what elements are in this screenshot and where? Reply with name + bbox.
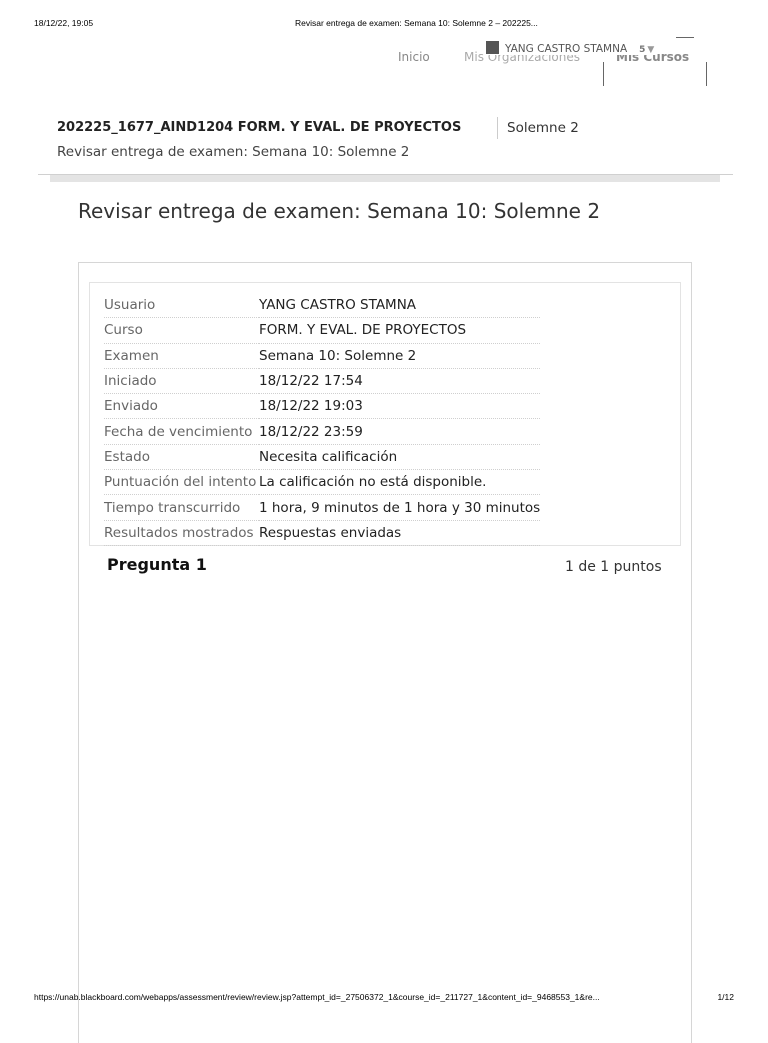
question-title: Pregunta 1 [107, 555, 207, 574]
attempt-info-box: Usuario YANG CASTRO STAMNA Curso FORM. Y E… [89, 282, 681, 546]
info-row: Puntuación del intento La calificación no… [104, 469, 541, 496]
info-row: Estado Necesita calificación [104, 444, 541, 471]
info-row: Enviado 18/12/22 19:03 [104, 393, 541, 420]
print-date: 18/12/22, 19:05 [34, 18, 94, 28]
info-row: Usuario YANG CASTRO STAMNA [104, 293, 541, 319]
info-row: Iniciado 18/12/22 17:54 [104, 368, 541, 395]
content-panel: Usuario YANG CASTRO STAMNA Curso FORM. Y E… [78, 262, 692, 1043]
info-value: 18/12/22 17:54 [259, 368, 541, 395]
course-title[interactable]: 202225_1677_AIND1204 FORM. Y EVAL. DE PR… [57, 120, 717, 135]
page-title: Revisar entrega de examen: Semana 10: So… [78, 199, 601, 223]
info-value: Necesita calificación [259, 444, 541, 471]
info-value: Respuestas enviadas [259, 520, 541, 546]
divider [676, 37, 694, 38]
info-label: Examen [104, 343, 259, 369]
attempt-info-table: Usuario YANG CASTRO STAMNA Curso FORM. Y E… [104, 293, 541, 546]
print-url: https://unab.blackboard.com/webapps/asse… [34, 992, 600, 1002]
info-label: Puntuación del intento [104, 469, 259, 496]
info-label: Fecha de vencimiento [104, 418, 259, 445]
divider [603, 62, 604, 86]
info-value: YANG CASTRO STAMNA [259, 293, 541, 319]
question-points: 1 de 1 puntos [565, 559, 662, 575]
info-label: Resultados mostrados [104, 520, 259, 546]
print-footer: https://unab.blackboard.com/webapps/asse… [0, 992, 768, 1006]
info-label: Tiempo transcurrido [104, 494, 259, 521]
top-navigation: Inicio Mis Organizaciones Mis Cursos YAN… [0, 38, 768, 88]
info-row: Resultados mostrados Respuestas enviadas [104, 520, 541, 546]
info-value: Semana 10: Solemne 2 [259, 343, 541, 369]
avatar [486, 41, 499, 54]
info-value: FORM. Y EVAL. DE PROYECTOS [259, 317, 541, 344]
user-menu[interactable]: YANG CASTRO STAMNA 5 ▼ [484, 41, 657, 55]
info-label: Curso [104, 317, 259, 344]
info-value: 18/12/22 23:59 [259, 418, 541, 445]
course-section[interactable]: Solemne 2 [507, 120, 579, 136]
breadcrumb: Revisar entrega de examen: Semana 10: So… [57, 144, 410, 160]
course-header: 202225_1677_AIND1204 FORM. Y EVAL. DE PR… [57, 117, 717, 160]
info-label: Usuario [104, 293, 259, 319]
info-value: 1 hora, 9 minutos de 1 hora y 30 minutos [259, 494, 541, 521]
info-row: Examen Semana 10: Solemne 2 [104, 343, 541, 369]
divider [706, 62, 707, 86]
chevron-down-icon[interactable]: ▼ [647, 45, 654, 55]
info-row: Tiempo transcurrido 1 hora, 9 minutos de … [104, 494, 541, 521]
info-value: 18/12/22 19:03 [259, 393, 541, 420]
info-row: Curso FORM. Y EVAL. DE PROYECTOS [104, 317, 541, 344]
print-page-number: 1/12 [717, 992, 734, 1002]
print-header: 18/12/22, 19:05 Revisar entrega de exame… [0, 18, 768, 32]
header-shadow-bar [50, 175, 720, 182]
print-doc-title: Revisar entrega de examen: Semana 10: So… [295, 18, 538, 28]
user-name: YANG CASTRO STAMNA [505, 43, 628, 55]
divider [497, 117, 498, 139]
notification-count[interactable]: 5 [639, 45, 645, 55]
info-value: La calificación no está disponible. [259, 469, 541, 496]
nav-inicio-link[interactable]: Inicio [398, 50, 430, 64]
info-label: Iniciado [104, 368, 259, 395]
info-label: Enviado [104, 393, 259, 420]
info-label: Estado [104, 444, 259, 471]
info-row: Fecha de vencimiento 18/12/22 23:59 [104, 418, 541, 445]
